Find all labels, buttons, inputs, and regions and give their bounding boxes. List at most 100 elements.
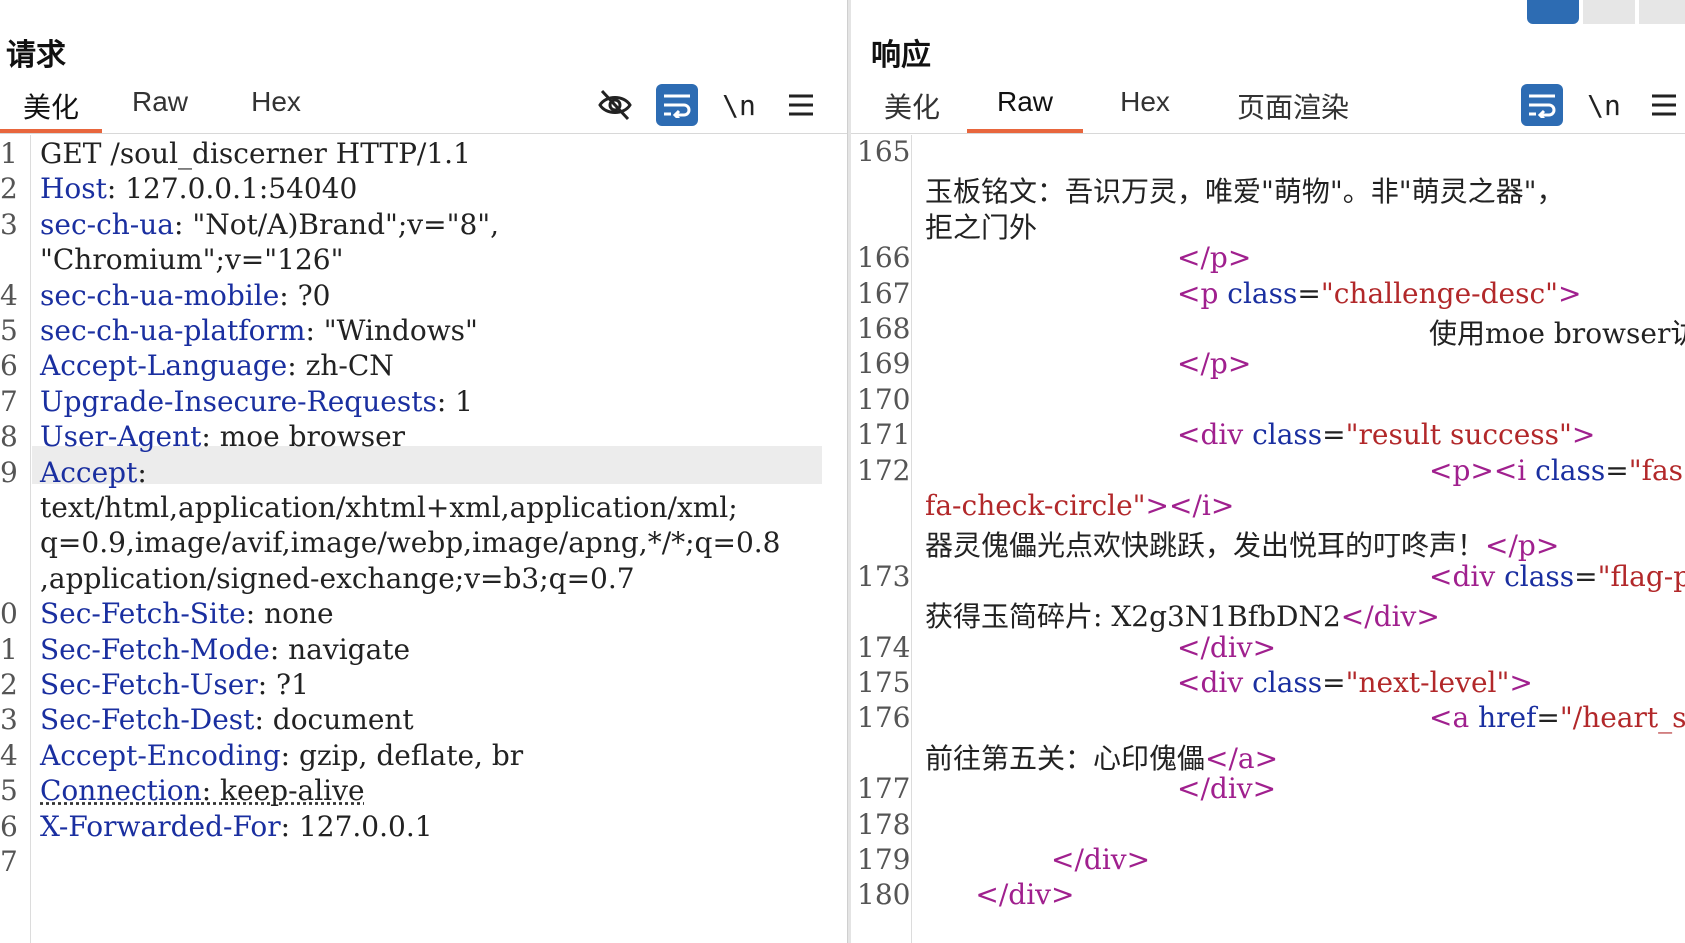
request-title: 请求 — [6, 38, 66, 73]
response-pane: 响应 美化 Raw Hex 页面渲染 \n 165 玉板铭文：吾识万灵，唯爱"萌物… — [851, 0, 1685, 943]
gutter-divider — [30, 135, 31, 943]
code-token-attr: class — [1535, 453, 1606, 487]
request-line: ,application/signed-exchange;v=b3;q=0.7 — [40, 562, 635, 595]
response-line: <p class="challenge-desc"> — [1177, 277, 1582, 310]
header-value: : 127.0.0.1:54040 — [106, 172, 358, 206]
header-name: Sec-Fetch-Mode — [40, 632, 270, 666]
response-line: </div> — [1177, 772, 1276, 805]
list-view-icon[interactable] — [1583, 0, 1635, 24]
code-token-text: 拒之门外 — [925, 210, 1038, 244]
line-number: 168 — [857, 312, 911, 345]
request-editor[interactable]: 1 GET /soul_discerner HTTP/1.1 2 Host: 127.… — [0, 135, 847, 943]
code-token-tag: </div> — [1177, 772, 1277, 806]
line-number: 167 — [857, 276, 911, 310]
code-token-text: 获得玉简碎片: X2g3N1BfbDN2 — [925, 600, 1341, 634]
header-value: : 127.0.0.1 — [280, 809, 433, 843]
header-value: : zh-CN — [287, 349, 394, 383]
header-value: : navigate — [269, 632, 411, 666]
line-number: 174 — [857, 630, 911, 664]
request-line: sec-ch-ua-mobile: ?0 — [40, 279, 330, 312]
response-tab-hex[interactable]: Hex — [1105, 86, 1185, 133]
response-line: <p><i class="fas — [1429, 454, 1683, 487]
header-value: "Chromium";v="126" — [40, 243, 344, 277]
newline-toggle-button[interactable]: \n — [718, 84, 760, 126]
code-token-tag: ></i> — [1145, 489, 1235, 522]
header-value: : ?0 — [279, 278, 331, 312]
hamburger-menu-icon[interactable] — [780, 84, 822, 126]
line-number: 5 — [0, 774, 18, 808]
line-number: 171 — [857, 418, 911, 452]
request-line: X-Forwarded-For: 127.0.0.1 — [40, 810, 433, 843]
header-value: : — [137, 455, 147, 489]
eye-off-icon[interactable] — [594, 84, 636, 126]
header-name: Accept-Language — [40, 349, 288, 383]
line-number: 176 — [857, 701, 911, 735]
header-name: Connection — [40, 774, 202, 808]
wrap-icon[interactable] — [1521, 84, 1563, 126]
line-number: 175 — [857, 666, 911, 699]
response-title: 响应 — [871, 38, 931, 73]
line-number: 4 — [0, 738, 18, 772]
code-token-tag: <p — [1177, 276, 1228, 310]
code-token-attr: class — [1227, 276, 1298, 310]
line-number: 0 — [0, 597, 18, 631]
code-token-tag: </a> — [1205, 741, 1279, 775]
header-name: Upgrade-Insecure-Requests — [40, 384, 437, 418]
code-token-tag: <div — [1177, 666, 1253, 699]
line-number: 1 — [0, 632, 18, 666]
request-tab-raw[interactable]: Raw — [120, 86, 200, 133]
line-number: 7 — [0, 384, 18, 418]
header-name: User-Agent — [40, 420, 202, 454]
request-line: Sec-Fetch-User: ?1 — [40, 668, 309, 701]
header-value: GET /soul_discerner HTTP/1.1 — [40, 137, 471, 170]
header-value: q=0.9,image/avif,image/webp,image/apng,*… — [40, 526, 781, 560]
request-line: Accept-Encoding: gzip, deflate, br — [40, 739, 523, 772]
code-token-tag: <a — [1429, 701, 1479, 735]
line-number: 3 — [0, 207, 18, 241]
response-line: </div> — [1177, 631, 1276, 664]
line-number: 3 — [0, 703, 18, 737]
line-number: 6 — [0, 349, 18, 383]
code-token-tag: > — [1558, 276, 1582, 310]
code-token-val: "fas — [1628, 453, 1684, 487]
request-line: sec-ch-ua: "Not/A)Brand";v="8", — [40, 208, 499, 241]
request-line: Connection: keep-alive — [40, 774, 365, 807]
response-line: <div class="result success"> — [1177, 418, 1595, 451]
code-token-tag: > — [1571, 418, 1596, 452]
response-line: 获得玉简碎片: X2g3N1BfbDN2</div> — [925, 595, 1440, 635]
response-line: <a href="/heart_seal"> — [1429, 701, 1685, 734]
newline-toggle-button[interactable]: \n — [1583, 84, 1625, 126]
header-value: : none — [245, 597, 334, 631]
line-number: 172 — [857, 453, 911, 487]
line-number: 1 — [0, 137, 18, 170]
header-name: Sec-Fetch-User — [40, 668, 258, 701]
request-line: Accept-Language: zh-CN — [40, 349, 394, 382]
wrap-icon[interactable] — [656, 84, 698, 126]
header-name: sec-ch-ua-mobile — [40, 278, 280, 312]
line-number: 2 — [0, 668, 18, 701]
request-line: Sec-Fetch-Site: none — [40, 597, 334, 630]
request-line: q=0.9,image/avif,image/webp,image/apng,*… — [40, 526, 780, 559]
response-editor[interactable]: 165 玉板铭文：吾识万灵，唯爱"萌物"。非"萌灵之器"， 拒之门外 166 </p> 1… — [851, 135, 1685, 943]
response-line: 拒之门外 — [925, 206, 1037, 246]
header-value: : "Not/A)Brand";v="8", — [173, 207, 500, 241]
line-number: 6 — [0, 809, 18, 843]
code-token-attr: href — [1478, 701, 1537, 735]
line-number: 180 — [857, 878, 911, 912]
response-tab-pretty[interactable]: 美化 — [877, 86, 947, 133]
split-view-icon[interactable] — [1527, 0, 1579, 24]
line-number: 177 — [857, 772, 911, 806]
response-tab-render[interactable]: 页面渲染 — [1223, 86, 1363, 133]
code-token-tag: </div> — [1051, 843, 1151, 876]
hamburger-menu-icon[interactable] — [1643, 84, 1685, 126]
panel-view-icon[interactable] — [1639, 0, 1685, 24]
response-tab-raw[interactable]: Raw — [967, 86, 1083, 133]
gutter-divider — [911, 135, 912, 943]
response-tabs: 美化 Raw Hex 页面渲染 \n — [851, 84, 1685, 134]
request-tab-hex[interactable]: Hex — [236, 86, 316, 133]
line-number: 2 — [0, 172, 18, 206]
header-value: : keep-alive — [201, 774, 365, 808]
line-number: 169 — [857, 347, 911, 381]
request-tab-pretty[interactable]: 美化 — [0, 86, 102, 133]
line-number: 165 — [857, 135, 911, 168]
